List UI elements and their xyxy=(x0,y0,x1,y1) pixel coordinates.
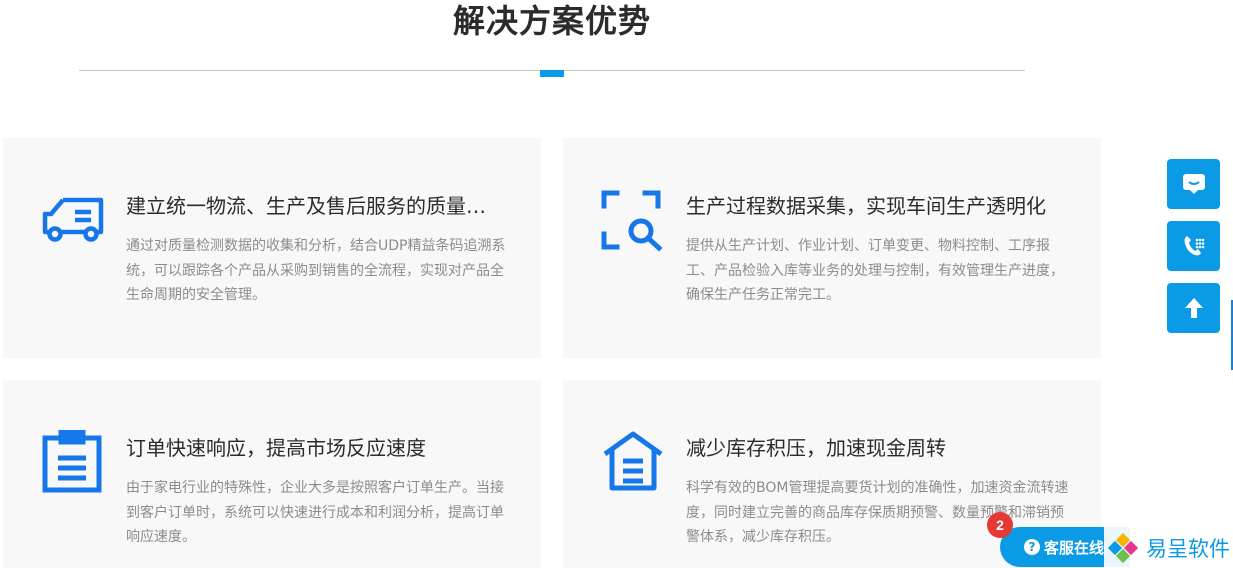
section-title: 解决方案优势 xyxy=(452,2,651,40)
brand-logo-icon xyxy=(1108,532,1138,563)
warehouse-icon xyxy=(603,431,663,491)
title-accent-mark xyxy=(540,70,564,77)
message-button[interactable] xyxy=(1167,159,1220,209)
back-to-top-button[interactable] xyxy=(1167,283,1220,333)
phone-icon xyxy=(1184,236,1204,256)
page: 解决方案优势 建立统一物流、生产及售后服务的质量… 通过对质量检测数据的收集和分… xyxy=(0,0,1233,568)
truck-icon xyxy=(42,197,104,242)
clipboard-icon xyxy=(42,430,102,493)
brand-name: 易呈软件 xyxy=(1146,536,1230,561)
card-title: 建立统一物流、生产及售后服务的质量… xyxy=(126,194,486,218)
message-icon xyxy=(1182,174,1205,194)
back-to-top-icon xyxy=(1184,298,1203,318)
scan-search-icon xyxy=(601,190,663,252)
unread-badge: 2 xyxy=(987,512,1013,538)
card-description: 由于家电行业的特殊性，企业大多是按照客户订单生产。当接到客户订单时，系统可以快速… xyxy=(126,480,504,545)
solution-card-quality: 建立统一物流、生产及售后服务的质量… 通过对质量检测数据的收集和分析，结合UDP… xyxy=(3,138,541,358)
card-title: 生产过程数据采集，实现车间生产透明化 xyxy=(686,194,1046,218)
card-description: 通过对质量检测数据的收集和分析，结合UDP精益条码追溯系统，可以跟踪各个产品从采… xyxy=(126,238,506,303)
solution-card-order-response: 订单快速响应，提高市场反应速度 由于家电行业的特殊性，企业大多是按照客户订单生产… xyxy=(3,380,541,568)
brand-logo[interactable]: 易呈软件 xyxy=(1104,527,1233,568)
card-description: 提供从生产计划、作业计划、订单变更、物料控制、工序报工、产品检验入库等业务的处理… xyxy=(686,238,1064,303)
online-service-label: 客服在线 xyxy=(1044,538,1105,557)
card-title: 订单快速响应，提高市场反应速度 xyxy=(126,436,426,460)
question-icon: ? xyxy=(1024,539,1040,555)
card-title: 减少库存积压，加速现金周转 xyxy=(686,436,946,460)
phone-button[interactable] xyxy=(1167,221,1220,271)
solution-card-data-collection: 生产过程数据采集，实现车间生产透明化 提供从生产计划、作业计划、订单变更、物料控… xyxy=(563,138,1101,358)
